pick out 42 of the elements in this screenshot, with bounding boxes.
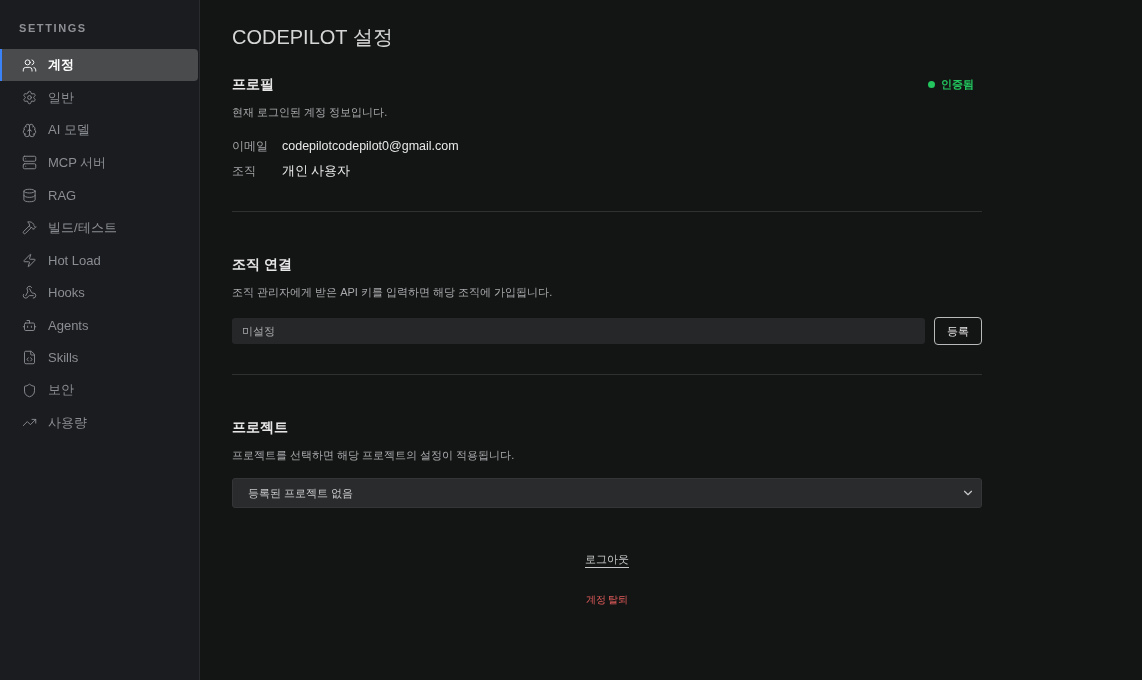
sidebar-item[interactable]: 일반 <box>0 81 198 114</box>
gear-icon <box>22 90 37 105</box>
sidebar-heading: SETTINGS <box>18 21 87 36</box>
section-heading: 조직 연결 <box>232 255 292 274</box>
sidebar-item[interactable]: Hot Load <box>0 244 198 276</box>
hammer-icon <box>22 220 37 235</box>
sidebar-item[interactable]: MCP 서버 <box>0 146 198 179</box>
section-heading: 프로젝트 <box>232 418 288 437</box>
delete-account-link[interactable]: 계정 탈퇴 <box>585 593 629 607</box>
field-label: 조직 <box>232 163 257 179</box>
sidebar-item[interactable]: Skills <box>0 341 198 374</box>
users-icon <box>22 57 37 73</box>
register-button[interactable]: 등록 <box>934 317 982 345</box>
sidebar-item[interactable]: 보안 <box>0 374 198 406</box>
sidebar-item[interactable]: Hooks <box>0 276 198 309</box>
sidebar-item[interactable]: Agents <box>0 309 198 341</box>
section-description: 조직 관리자에게 받은 API 키를 입력하면 해당 조직에 가입됩니다. <box>232 285 553 300</box>
server-icon <box>22 155 37 170</box>
webhook-icon <box>22 285 37 300</box>
section-heading: 프로필 <box>232 75 274 94</box>
field-label: 이메일 <box>232 138 269 154</box>
logout-link[interactable]: 로그아웃 <box>585 552 629 567</box>
sidebar-item[interactable]: AI 모델 <box>0 114 198 146</box>
sidebar-item[interactable]: RAG <box>0 179 198 211</box>
brain-icon <box>22 122 37 138</box>
page-title: CODEPILOT 설정 <box>232 25 393 50</box>
field-value: codepilotcodepilot0@gmail.com <box>282 138 459 154</box>
lightning-icon <box>22 252 37 268</box>
api-key-input[interactable]: 미설정 <box>232 318 925 344</box>
code-file-icon <box>22 350 37 365</box>
field-value: 개인 사용자 <box>282 163 352 179</box>
robot-icon <box>22 317 37 333</box>
sidebar-item[interactable]: 사용량 <box>0 406 198 439</box>
sidebar-item[interactable]: 빌드/테스트 <box>0 211 198 244</box>
section-description: 프로젝트를 선택하면 해당 프로젝트의 설정이 적용됩니다. <box>232 448 515 463</box>
database-icon <box>22 187 37 203</box>
section-description: 현재 로그인된 계정 정보입니다. <box>232 105 388 120</box>
status-dot-icon <box>928 80 935 88</box>
shield-icon <box>22 382 37 398</box>
project-select[interactable]: 등록된 프로젝트 없음 <box>232 478 982 508</box>
sidebar-item[interactable]: 계정 <box>0 49 198 81</box>
status-label: 인증됨 <box>941 76 974 92</box>
